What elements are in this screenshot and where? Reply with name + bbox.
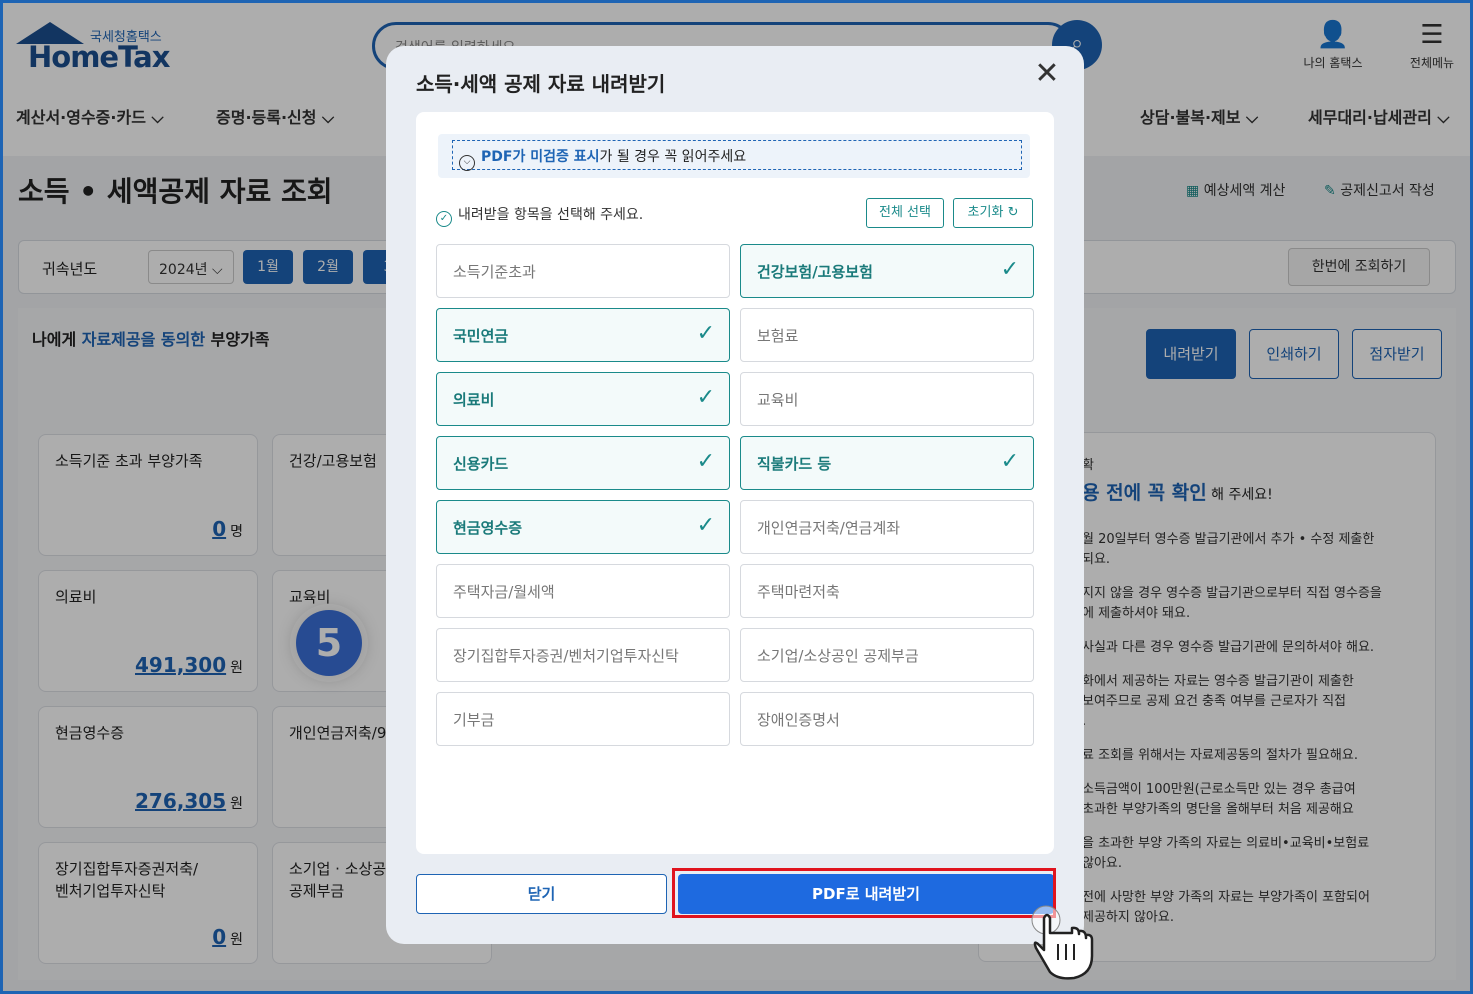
- warning-link[interactable]: ⌵ PDF가 미검증 표시가 될 경우 꼭 읽어주세요: [452, 140, 1022, 171]
- pointer-hand-icon: [1031, 905, 1094, 980]
- item-housing-fund[interactable]: 주택자금/월세액: [436, 564, 730, 618]
- close-button[interactable]: 닫기: [416, 874, 667, 914]
- modal-title: 소득·세액 공제 자료 내려받기: [416, 72, 666, 96]
- item-cash-receipt[interactable]: 현금영수증 ✓: [436, 500, 730, 554]
- warning-box[interactable]: ⌵ PDF가 미검증 표시가 될 경우 꼭 읽어주세요: [438, 134, 1030, 178]
- item-pension-savings[interactable]: 개인연금저축/연금계좌: [740, 500, 1034, 554]
- item-label: 교육비: [757, 391, 799, 409]
- item-disability-cert[interactable]: 장애인증명서: [740, 692, 1034, 746]
- item-label: 의료비: [453, 391, 495, 409]
- item-national-pension[interactable]: 국민연금 ✓: [436, 308, 730, 362]
- item-label: 소득기준초과: [453, 263, 536, 281]
- item-debit-card[interactable]: 직불카드 등 ✓: [740, 436, 1034, 490]
- chevron-down-circle-icon: ⌵: [459, 155, 475, 171]
- item-label: 주택자금/월세액: [453, 583, 555, 601]
- checkmark-icon: ✓: [696, 449, 715, 474]
- item-label: 국민연금: [453, 327, 509, 345]
- checkmark-icon: ✓: [696, 513, 715, 538]
- item-health-insurance[interactable]: 건강보험/고용보험 ✓: [740, 244, 1034, 298]
- item-medical[interactable]: 의료비 ✓: [436, 372, 730, 426]
- item-label: 보험료: [757, 327, 799, 345]
- item-housing-savings[interactable]: 주택마련저축: [740, 564, 1034, 618]
- item-label: 건강보험/고용보험: [757, 263, 873, 281]
- item-insurance[interactable]: 보험료: [740, 308, 1034, 362]
- item-small-business[interactable]: 소기업/소상공인 공제부금: [740, 628, 1034, 682]
- item-income-over[interactable]: 소득기준초과: [436, 244, 730, 298]
- checkmark-icon: ✓: [696, 321, 715, 346]
- modal-body: ⌵ PDF가 미검증 표시가 될 경우 꼭 읽어주세요 ✓ 내려받을 항목을 선택해…: [416, 112, 1054, 854]
- item-education[interactable]: 교육비: [740, 372, 1034, 426]
- select-guide-text: 내려받을 항목을 선택해 주세요.: [458, 207, 644, 223]
- download-modal: 소득·세액 공제 자료 내려받기 ✕ ⌵ PDF가 미검증 표시가 될 경우 꼭 …: [386, 46, 1084, 944]
- warning-suffix: 가 될 경우 꼭 읽어주세요: [599, 149, 747, 165]
- item-label: 개인연금저축/연금계좌: [757, 519, 901, 537]
- item-label: 주택마련저축: [757, 583, 840, 601]
- item-credit-card[interactable]: 신용카드 ✓: [436, 436, 730, 490]
- reset-label: 초기화: [967, 205, 1004, 220]
- checkmark-icon: ✓: [696, 385, 715, 410]
- check-circle-icon: ✓: [436, 211, 452, 227]
- select-all-button[interactable]: 전체 선택: [866, 198, 944, 228]
- refresh-icon: ↻: [1007, 205, 1019, 220]
- item-label: 기부금: [453, 711, 495, 729]
- reset-button[interactable]: 초기화 ↻: [953, 198, 1033, 228]
- select-guide: ✓ 내려받을 항목을 선택해 주세요.: [436, 204, 643, 227]
- item-label: 직불카드 등: [757, 455, 832, 473]
- checkmark-icon: ✓: [1000, 449, 1019, 474]
- item-donation[interactable]: 기부금: [436, 692, 730, 746]
- item-label: 소기업/소상공인 공제부금: [757, 647, 919, 665]
- pdf-button-highlight: [672, 868, 1056, 918]
- item-long-term-fund[interactable]: 장기집합투자증권/벤처기업투자신탁: [436, 628, 730, 682]
- item-label: 장기집합투자증권/벤처기업투자신탁: [453, 647, 679, 665]
- item-label: 현금영수증: [453, 519, 523, 537]
- item-label: 신용카드: [453, 455, 509, 473]
- item-label: 장애인증명서: [757, 711, 840, 729]
- checkmark-icon: ✓: [1000, 257, 1019, 282]
- close-icon[interactable]: ✕: [1032, 59, 1062, 90]
- warning-highlight: PDF가 미검증 표시: [481, 149, 600, 165]
